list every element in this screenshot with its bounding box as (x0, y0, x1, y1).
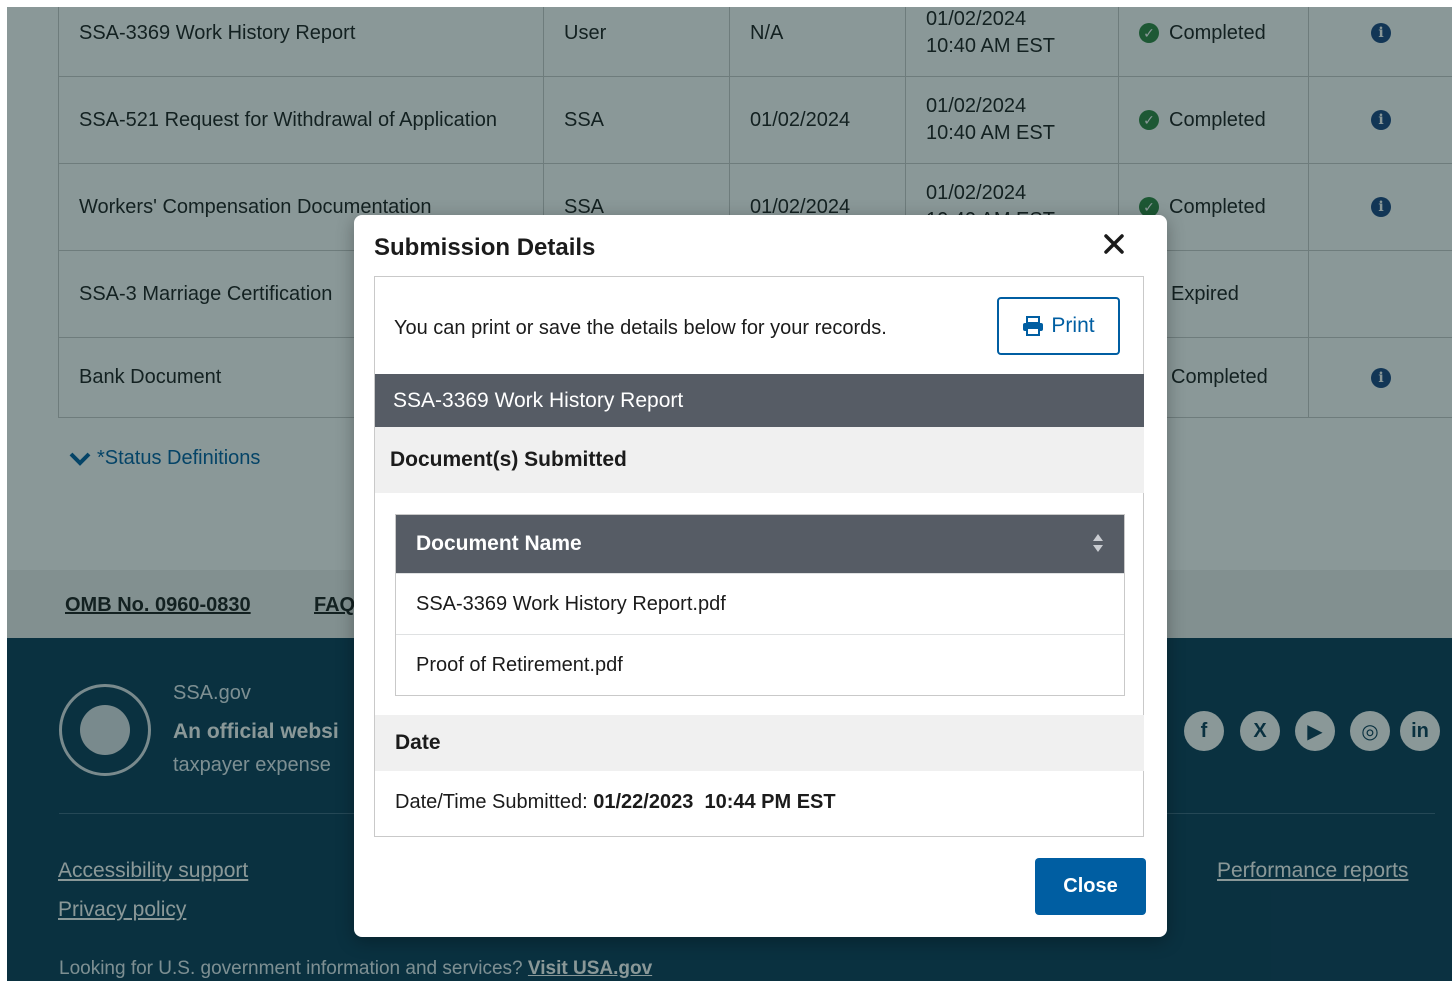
printer-icon (1023, 316, 1044, 336)
sort-icon[interactable] (1092, 532, 1104, 554)
documents-table: Document Name SSA-3369 Work History Repo… (395, 514, 1125, 696)
print-instructions: You can print or save the details below … (394, 317, 887, 339)
close-icon[interactable] (1101, 231, 1127, 257)
date-submitted: Date/Time Submitted: 01/22/2023 10:44 PM… (395, 791, 836, 814)
document-row: Proof of Retirement.pdf (396, 634, 1124, 695)
submission-details-modal: Submission Details You can print or save… (354, 215, 1167, 937)
documents-subheading: Document(s) Submitted (375, 427, 1144, 493)
date-value: 01/22/2023 10:44 PM EST (593, 791, 836, 813)
print-label: Print (1051, 314, 1095, 337)
modal-title: Submission Details (374, 234, 596, 261)
date-label: Date/Time Submitted: (395, 791, 588, 813)
date-subheading: Date (375, 715, 1144, 771)
close-button[interactable]: Close (1035, 858, 1146, 915)
document-name-column-header[interactable]: Document Name (396, 515, 1124, 573)
section-header: SSA-3369 Work History Report (375, 374, 1144, 427)
column-header-label: Document Name (416, 532, 582, 555)
modal-body: You can print or save the details below … (374, 276, 1144, 837)
document-row: SSA-3369 Work History Report.pdf (396, 573, 1124, 634)
print-button[interactable]: Print (997, 297, 1120, 355)
